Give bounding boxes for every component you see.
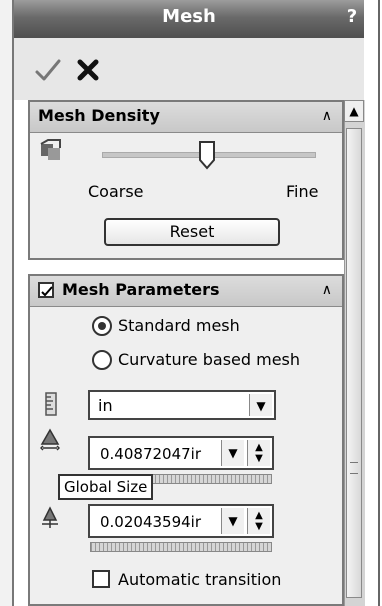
mesh-density-header[interactable]: Mesh Density ∧ [30, 102, 342, 133]
collapse-chevron-icon[interactable]: ∧ [322, 282, 332, 298]
scroll-up-button[interactable]: ▲ [344, 100, 364, 122]
tolerance-value: 0.02043594ir [100, 513, 201, 531]
tolerance-ruler[interactable] [90, 542, 272, 552]
scroll-thumb[interactable] [346, 128, 362, 598]
cancel-x-icon[interactable] [74, 56, 102, 84]
mesh-parameters-title: Mesh Parameters [62, 280, 220, 299]
mesh-parameters-header[interactable]: Mesh Parameters ∧ [30, 276, 342, 307]
coarse-label: Coarse [88, 182, 144, 201]
panel-title: Mesh [162, 6, 216, 27]
mesh-density-icon [40, 139, 61, 160]
unit-dropdown-arrow[interactable]: ▼ [249, 394, 272, 416]
mesh-density-title: Mesh Density [38, 106, 160, 125]
tolerance-dropdown-arrow[interactable]: ▼ [221, 508, 244, 534]
help-button[interactable]: ? [342, 6, 362, 30]
global-size-value: 0.40872047ir [100, 445, 201, 463]
checkmark-icon [41, 286, 53, 297]
right-stub [364, 0, 382, 606]
ruler-icon [45, 392, 57, 416]
fine-label: Fine [286, 182, 319, 201]
automatic-transition-checkbox[interactable] [92, 570, 110, 588]
tolerance-icon [42, 506, 58, 528]
ok-check-icon[interactable] [34, 56, 62, 84]
standard-mesh-label: Standard mesh [118, 316, 240, 335]
tolerance-input[interactable]: 0.02043594ir ▼ ▲ ▼ [88, 504, 274, 538]
scroll-thumb-grip [350, 462, 358, 474]
automatic-transition-label: Automatic transition [118, 570, 282, 589]
global-size-tooltip: Global Size [58, 474, 154, 500]
panel-left-edge [0, 0, 12, 606]
tolerance-spinner[interactable]: ▲ ▼ [247, 508, 270, 534]
global-size-input[interactable]: 0.40872047ir ▼ ▲ ▼ [88, 436, 274, 470]
unit-select[interactable]: in ▼ [88, 390, 276, 420]
curvature-mesh-radio[interactable] [92, 350, 112, 370]
unit-value: in [98, 396, 113, 415]
collapse-chevron-icon[interactable]: ∧ [322, 108, 332, 124]
density-slider-handle[interactable] [198, 140, 216, 170]
global-size-spinner[interactable]: ▲ ▼ [247, 440, 270, 466]
action-row [14, 38, 364, 100]
global-size-icon [40, 428, 60, 451]
title-bar: Mesh ? [14, 0, 364, 39]
curvature-mesh-label: Curvature based mesh [118, 350, 301, 369]
reset-button[interactable]: Reset [104, 218, 280, 246]
mesh-parameters-checkbox[interactable] [38, 282, 54, 298]
standard-mesh-radio[interactable] [92, 316, 112, 336]
global-size-dropdown-arrow[interactable]: ▼ [221, 440, 244, 466]
